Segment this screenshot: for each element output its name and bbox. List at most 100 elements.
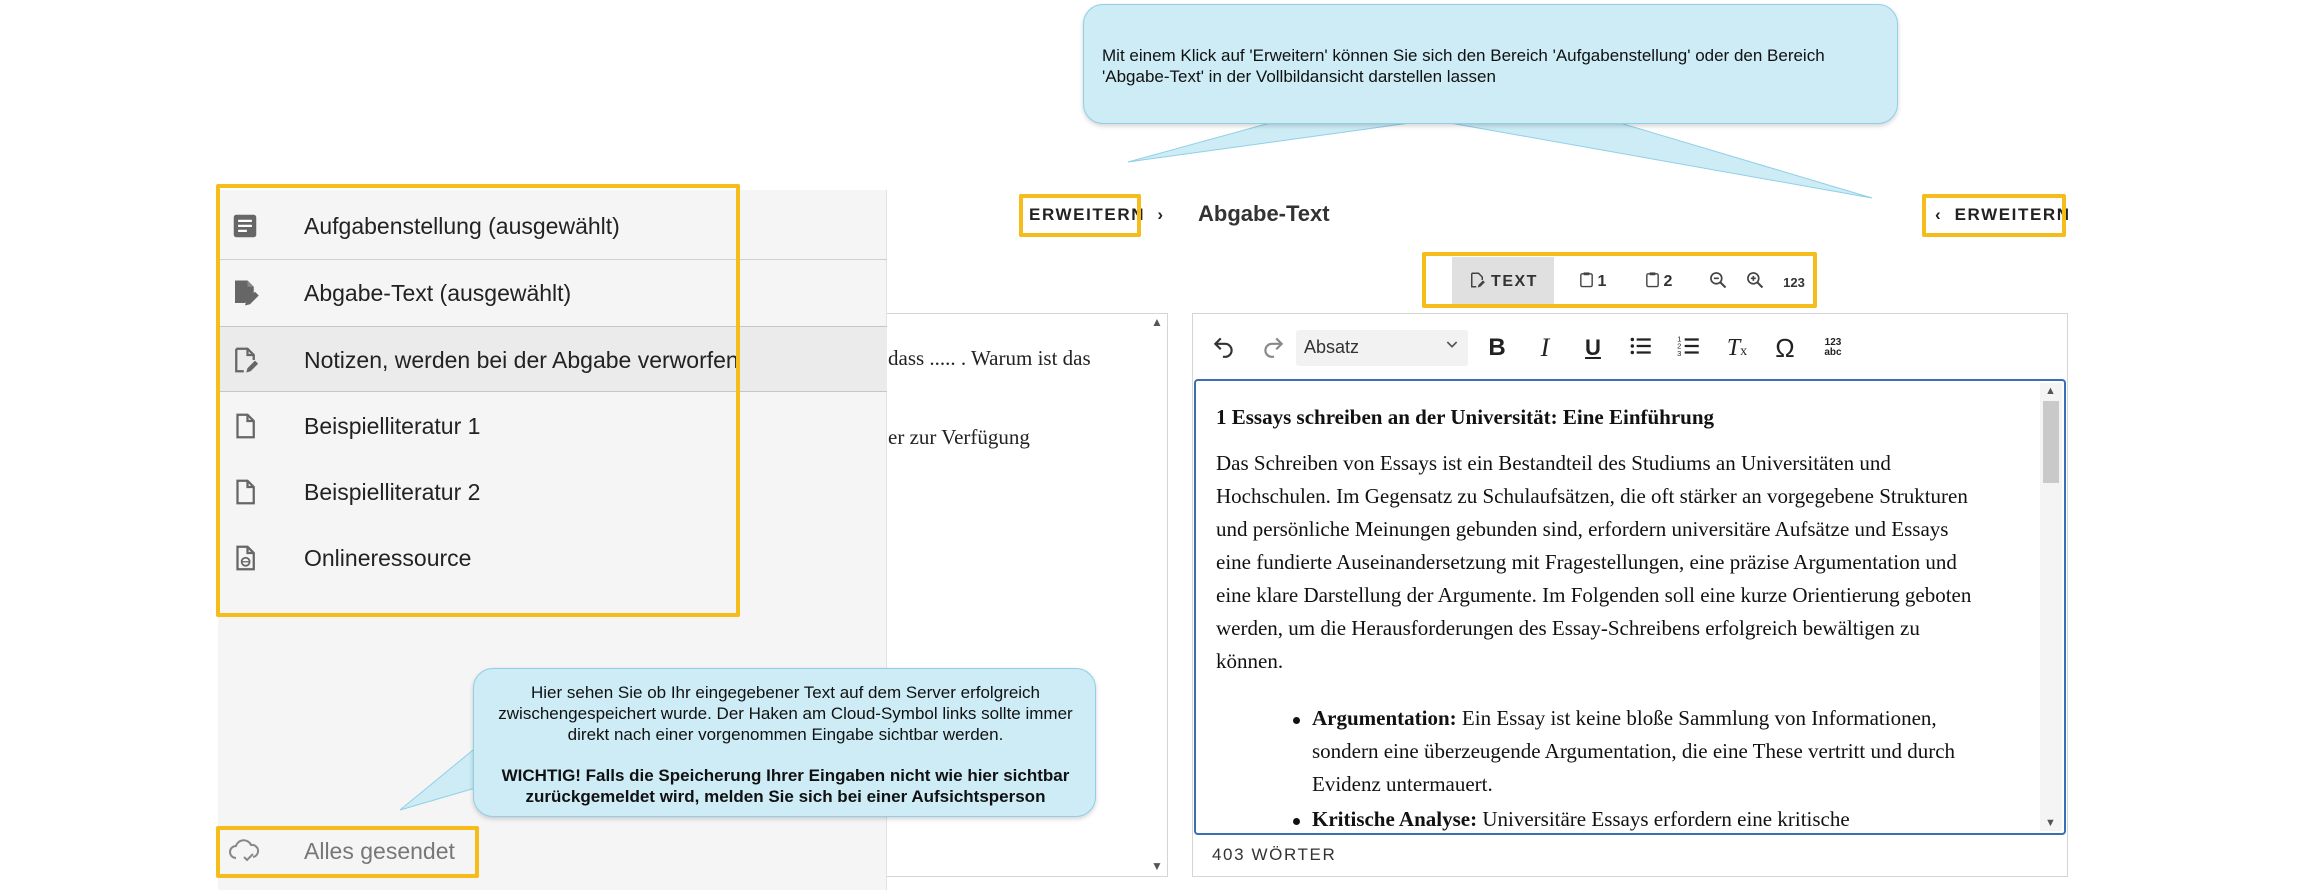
spellcheck-button[interactable]: 123 abc [1815,330,1851,366]
menu-label-onlineressource: Onlineressource [304,545,472,571]
essay-heading: 1 Essays schreiben an der Universität: E… [1216,405,1715,429]
tab-text-view[interactable]: TEXT [1452,257,1554,307]
save-status: Alles gesendet [218,826,478,876]
scroll-down-icon: ▼ [2045,817,2056,829]
callout-save-line: Hier sehen Sie ob Ihr eingegebener Text … [530,683,1041,702]
callout-warning-line: WICHTIG! Falls die Speicherung Ihrer Ein… [501,766,1070,785]
bullet-list-button[interactable] [1623,330,1659,366]
bullet-item: Kritische Analyse: Universitäre Essays e… [1312,807,1850,831]
zoom-out-icon [1708,270,1728,295]
underline-icon: U [1585,335,1601,360]
menu-label-notizen: Notizen, werden bei der Abgabe verworfen [304,347,739,373]
chevron-right-icon: › [1157,205,1165,224]
omega-icon: Ω [1775,332,1795,363]
callout-expand-text: Mit einem Klick auf 'Erweitern' können S… [1102,46,1825,86]
essay-paragraph-line: werden, um die Herausforderungen des Ess… [1216,616,1920,640]
edit-document-icon [230,278,260,308]
clipboard-icon [1644,271,1661,293]
bullet-item: Argumentation: Ein Essay ist keine bloße… [1312,706,1937,731]
clear-format-icon: Tx [1726,334,1748,361]
bullet-dot [1293,818,1300,825]
bold-button[interactable]: B [1479,330,1515,366]
file-outline-icon [230,411,260,441]
menu-label-beispielliteratur-1: Beispielliteratur 1 [304,413,481,439]
menu-item-notizen[interactable]: Notizen, werden bei der Abgabe verworfen [218,326,887,392]
tab-note-2-label: 2 [1663,273,1673,290]
bullet-term: Argumentation: [1312,706,1457,730]
callout-save-line: zwischengespeichert wurde. Der Haken am … [498,704,1073,723]
task-text-line: dass ..... . Warum ist das [888,346,1091,370]
right-expand-button[interactable]: ‹ ERWEITERN [1935,205,2071,225]
edit-outline-icon [230,345,260,375]
menu-item-beispielliteratur-1[interactable]: Beispielliteratur 1 [218,393,887,459]
scroll-up-icon: ▲ [1151,315,1163,329]
clipboard-icon [1578,271,1595,293]
bullet-term: Kritische Analyse: [1312,807,1478,831]
left-scrollbar[interactable]: ▲ ▼ [1147,313,1167,877]
callout-save-line: direkt nach einer vorgenommen Eingabe si… [567,725,1004,744]
cloud-check-icon [228,836,260,869]
essay-paragraph-line: eine fundierte Auseinandersetzung mit Fr… [1216,550,1957,574]
bullet-text-line: sondern eine überzeugende Argumentation,… [1312,739,1956,763]
zoom-in-icon [1745,270,1765,295]
special-character-button[interactable]: Ω [1767,330,1803,366]
format-select-value: Absatz [1304,337,1360,357]
essay-paragraph-line: können. [1216,649,1284,673]
scroll-down-icon: ▼ [1151,859,1163,873]
tab-text-label: TEXT [1491,273,1538,290]
zoom-in-button[interactable] [1737,257,1773,307]
chevron-down-icon [1444,336,1460,357]
task-text-line: er zur Verfügung [888,425,1030,449]
edit-document-icon [1468,271,1486,294]
left-expand-button[interactable]: ERWEITERN › [1029,205,1165,225]
callout-save-info: Hier sehen Sie ob Ihr eingegebener Text … [473,668,1096,817]
essay-paragraph-line: Das Schreiben von Essays ist ein Bestand… [1216,451,1891,475]
tab-note-1-label: 1 [1597,273,1607,290]
word-count: 403 WÖRTER [1212,845,1337,864]
character-count-button[interactable]: 123 [1774,257,1814,307]
numbered-list-icon: 123 [1676,333,1702,364]
essay-paragraph-line: und persönliche Meinungen gebunden sind,… [1216,517,1949,541]
right-panel-title: Abgabe-Text [1198,201,1330,226]
chevron-left-icon: ‹ [1935,205,1943,224]
save-status-label: Alles gesendet [304,838,455,864]
underline-button[interactable]: U [1575,330,1611,366]
right-expand-label: ERWEITERN [1954,205,2071,224]
essay-paragraph-line: Hochschulen. Im Gegensatz zu Schulaufsät… [1216,484,1968,508]
clear-format-button[interactable]: Tx [1719,330,1755,366]
callout-expand-info: Mit einem Klick auf 'Erweitern' können S… [1083,4,1898,124]
svg-text:3: 3 [1677,348,1681,357]
web-resource-icon [230,543,260,573]
left-expand-label: ERWEITERN [1029,205,1146,224]
undo-icon [1211,333,1237,364]
callout-warning-line: zurückgemeldet wird, melden Sie sich bei… [525,787,1046,806]
menu-item-onlineressource[interactable]: Onlineressource [218,525,887,591]
essay-paragraph-line: eine klare Darstellung der Argumente. Im… [1216,583,1972,607]
numbered-list-button[interactable]: 123 [1671,330,1707,366]
bullet-list-icon [1628,333,1654,364]
file-outline-icon [230,477,260,507]
menu-item-aufgabenstellung[interactable]: Aufgabenstellung (ausgewählt) [218,193,887,259]
editor-scrollbar[interactable]: ▲ ▼ [2040,383,2062,831]
scroll-thumb[interactable] [2043,401,2059,483]
redo-button[interactable] [1255,330,1291,366]
undo-button[interactable] [1206,330,1242,366]
menu-label-aufgabenstellung: Aufgabenstellung (ausgewählt) [304,213,620,239]
bullet-text: Ein Essay ist keine bloße Sammlung von I… [1456,706,1937,730]
bullet-text: Universitäre Essays erfordern eine kriti… [1477,807,1850,831]
scroll-up-icon: ▲ [2045,385,2056,397]
bullet-dot [1293,717,1300,724]
spellcheck-icon: 123 abc [1824,337,1842,358]
menu-item-abgabe-text[interactable]: Abgabe-Text (ausgewählt) [218,260,887,326]
zoom-out-button[interactable] [1700,257,1736,307]
menu-label-beispielliteratur-2: Beispielliteratur 2 [304,479,481,505]
format-select[interactable]: Absatz [1296,330,1468,366]
callout-top-pointer [1127,122,1873,199]
italic-icon: I [1540,333,1550,362]
italic-button[interactable]: I [1527,330,1563,366]
tab-note-1[interactable]: 1 [1562,257,1622,307]
menu-item-beispielliteratur-2[interactable]: Beispielliteratur 2 [218,459,887,525]
tab-note-2[interactable]: 2 [1628,257,1688,307]
menu-label-abgabe-text: Abgabe-Text (ausgewählt) [304,280,572,306]
bullet-text-line: Evidenz untermauert. [1312,772,1493,796]
